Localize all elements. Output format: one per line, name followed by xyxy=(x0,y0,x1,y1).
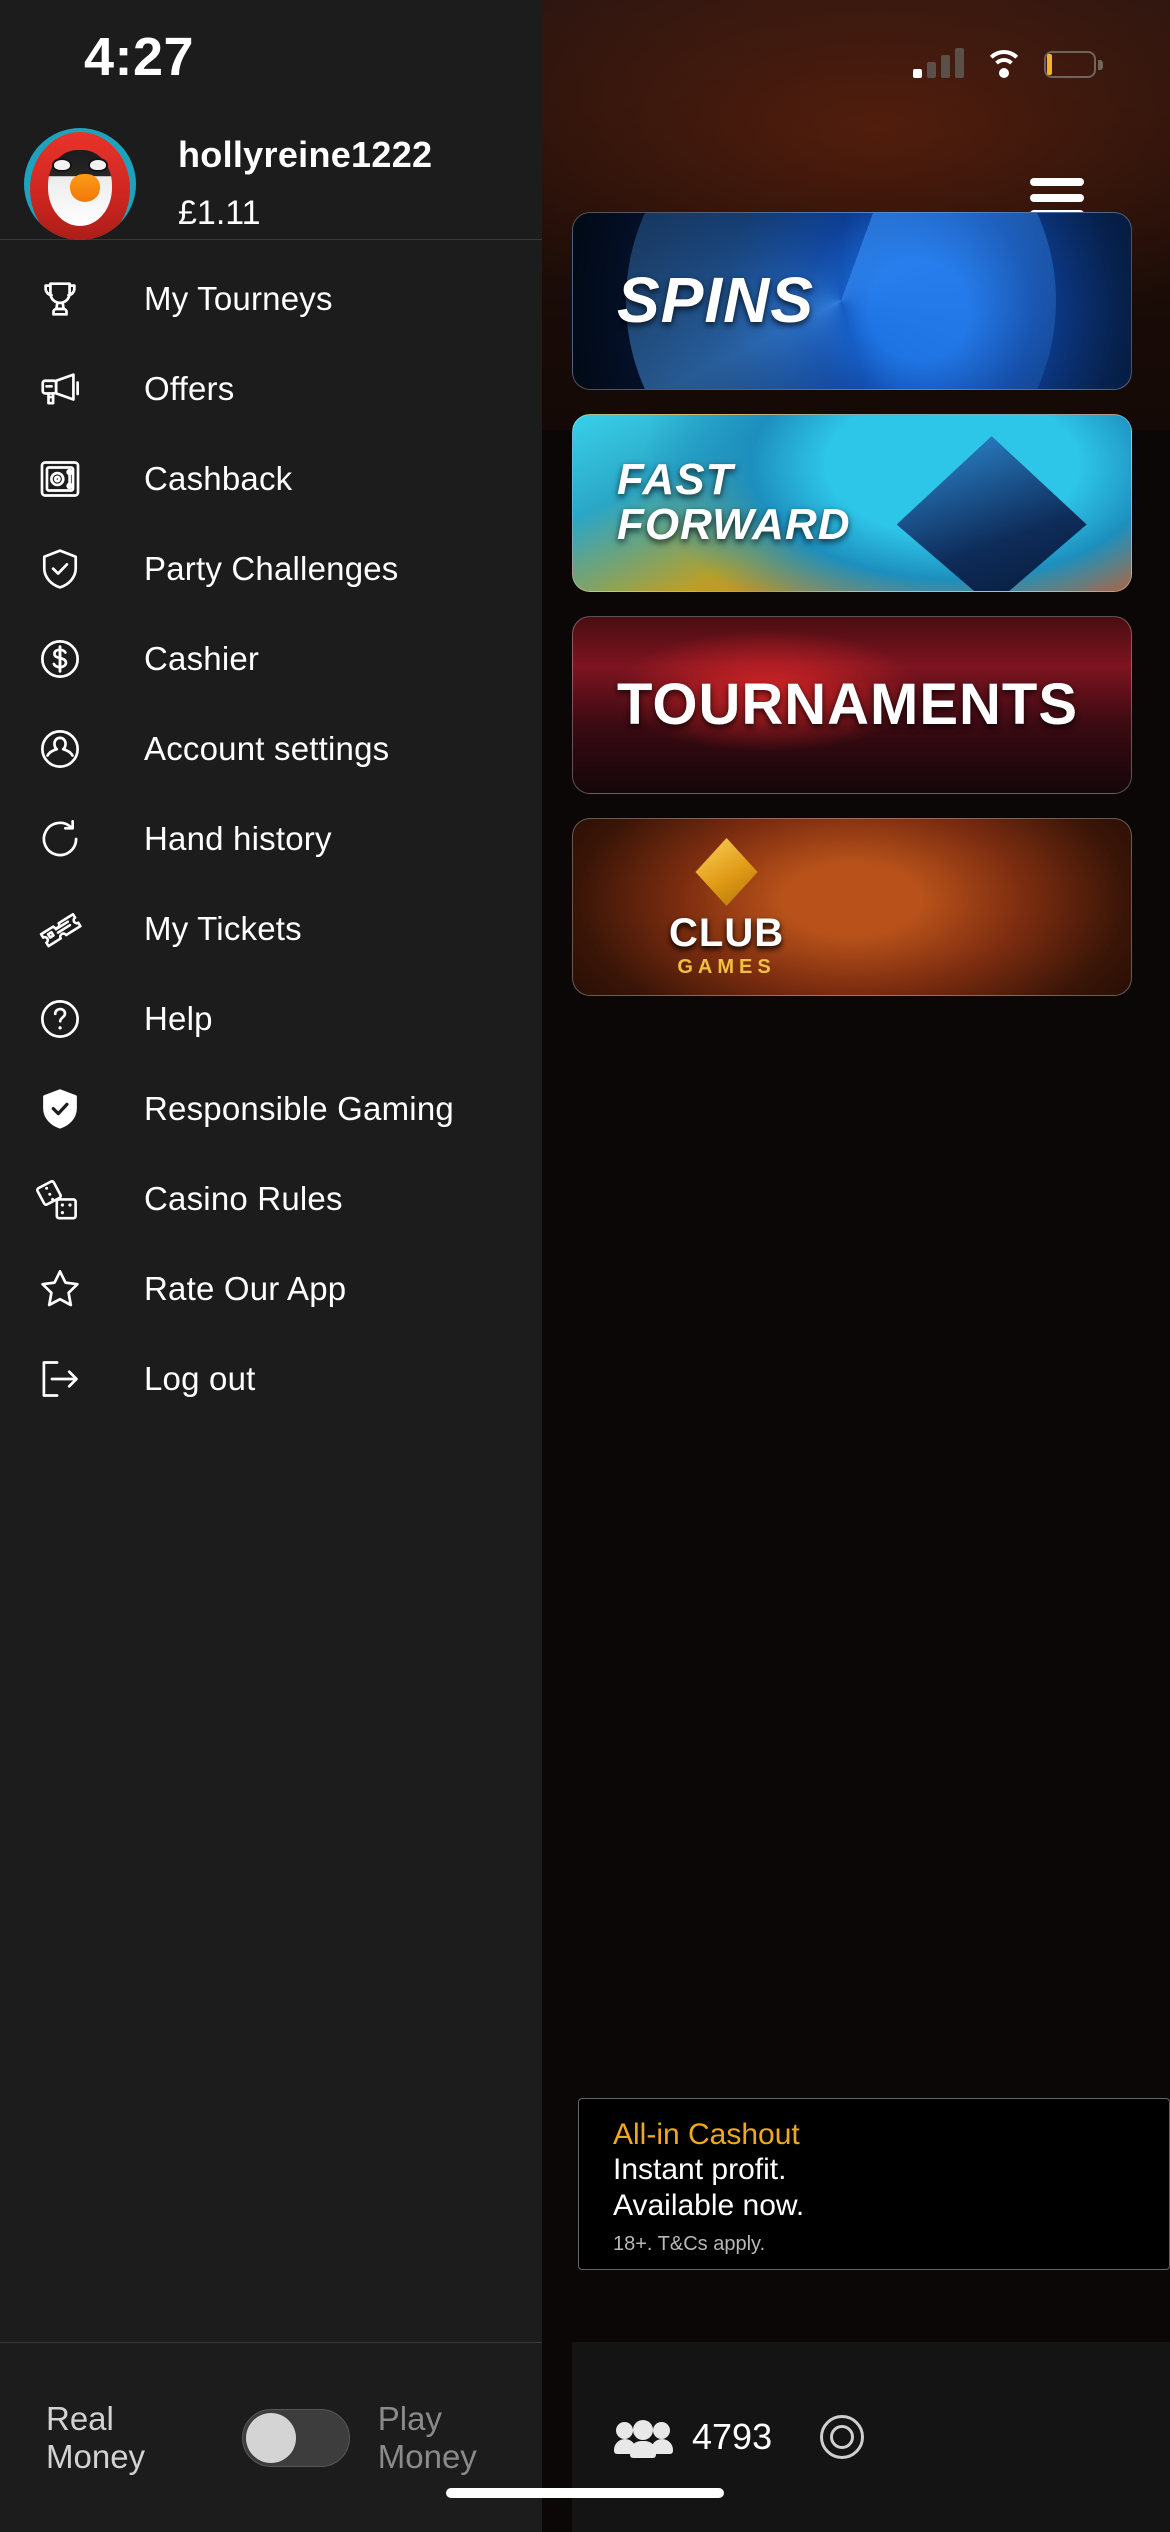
diamond-icon xyxy=(695,837,758,907)
star-outline-icon xyxy=(24,1265,96,1313)
menu-item-label: Cashback xyxy=(144,460,293,497)
head xyxy=(653,2422,670,2439)
menu-item-label: Hand history xyxy=(144,820,332,857)
account-header[interactable]: hollyreine1222 £1.11 xyxy=(0,0,542,240)
trophy-icon xyxy=(24,276,96,322)
lobby-bottom-bar: 4793 xyxy=(572,2342,1170,2532)
megaphone-icon xyxy=(24,366,96,412)
play-money-label[interactable]: Play Money xyxy=(378,2400,542,2476)
menu-item-my-tourneys[interactable]: My Tourneys xyxy=(0,254,542,344)
fast-forward-card-title: FAST FORWARD xyxy=(573,455,851,549)
coin-icon xyxy=(820,2415,865,2459)
hamburger-bar xyxy=(1030,178,1084,186)
promo-line-2: Available now. xyxy=(613,2188,805,2222)
menu-item-label: Help xyxy=(144,1000,213,1037)
navigation-drawer: hollyreine1222 £1.11 My Tourneys Offers … xyxy=(0,0,542,2532)
menu-item-my-tickets[interactable]: My Tickets xyxy=(0,884,542,974)
dice-icon xyxy=(24,1175,96,1223)
menu-item-rate-our-app[interactable]: Rate Our App xyxy=(0,1244,542,1334)
phone-screen: SPINS FAST FORWARD TOURNAMENTS CLUB GAME… xyxy=(0,0,1170,2532)
dollar-circle-icon xyxy=(24,636,96,682)
account-balance: £1.11 xyxy=(178,194,261,232)
players-group-icon xyxy=(614,2420,673,2458)
menu-item-party-challenges[interactable]: Party Challenges xyxy=(0,524,542,614)
username: hollyreine1222 xyxy=(178,134,433,175)
tournaments-card-title: TOURNAMENTS xyxy=(617,672,1079,738)
drawer-menu-list[interactable]: My Tourneys Offers Cashback Party Challe… xyxy=(0,240,542,2342)
shield-check-filled-icon xyxy=(24,1086,96,1132)
body xyxy=(651,2439,673,2454)
home-indicator[interactable] xyxy=(446,2488,724,2498)
menu-item-offers[interactable]: Offers xyxy=(0,344,542,434)
spins-card[interactable]: SPINS xyxy=(572,212,1132,390)
menu-item-label: Offers xyxy=(144,370,235,407)
menu-item-account-settings[interactable]: Account settings xyxy=(0,704,542,794)
shard-graphic xyxy=(896,436,1087,591)
promo-terms: 18+. T&Cs apply. xyxy=(613,2233,766,2256)
head xyxy=(616,2422,633,2439)
menu-item-label: Casino Rules xyxy=(144,1180,343,1217)
fast-forward-line2: FORWARD xyxy=(617,500,851,549)
penguin-avatar[interactable] xyxy=(24,127,136,240)
promo-line-1: Instant profit. xyxy=(613,2153,787,2187)
menu-item-label: Log out xyxy=(144,1360,256,1397)
menu-item-responsible-gaming[interactable]: Responsible Gaming xyxy=(0,1064,542,1154)
menu-item-help[interactable]: Help xyxy=(0,974,542,1064)
club-logo: CLUB GAMES xyxy=(669,835,784,979)
money-mode-toggle[interactable] xyxy=(241,2408,350,2467)
spins-card-title: SPINS xyxy=(617,264,815,337)
menu-item-cashback[interactable]: Cashback xyxy=(0,434,542,524)
club-games-title: CLUB xyxy=(669,911,785,955)
avatar-eye-right xyxy=(88,157,108,172)
promo-title: All-in Cashout xyxy=(613,2118,800,2151)
menu-item-label: My Tickets xyxy=(144,910,302,947)
shield-check-outline-icon xyxy=(24,546,96,592)
club-games-subtitle: GAMES xyxy=(677,956,776,978)
promo-banner[interactable]: All-in Cashout Instant profit. Available… xyxy=(578,2098,1170,2270)
menu-item-label: My Tourneys xyxy=(144,280,333,317)
menu-item-label: Rate Our App xyxy=(144,1270,347,1307)
menu-item-casino-rules[interactable]: Casino Rules xyxy=(0,1154,542,1244)
menu-item-cashier[interactable]: Cashier xyxy=(0,614,542,704)
logout-arrow-icon xyxy=(24,1356,96,1402)
menu-item-hand-history[interactable]: Hand history xyxy=(0,794,542,884)
hamburger-bar xyxy=(1030,194,1084,202)
question-circle-icon xyxy=(24,996,96,1042)
club-games-card[interactable]: CLUB GAMES xyxy=(572,818,1132,996)
head xyxy=(633,2420,653,2440)
avatar-beak xyxy=(70,173,100,202)
menu-item-label: Cashier xyxy=(144,640,260,677)
toggle-knob[interactable] xyxy=(245,2412,296,2463)
tournaments-card[interactable]: TOURNAMENTS xyxy=(572,616,1132,794)
real-money-label[interactable]: Real Money xyxy=(46,2400,214,2476)
game-cards-column: SPINS FAST FORWARD TOURNAMENTS CLUB GAME… xyxy=(572,212,1170,1020)
ticket-icon xyxy=(24,905,96,953)
safe-vault-icon xyxy=(24,456,96,502)
menu-item-label: Responsible Gaming xyxy=(144,1090,454,1127)
menu-item-label: Account settings xyxy=(144,730,390,767)
menu-item-label: Party Challenges xyxy=(144,550,399,587)
refresh-circle-icon xyxy=(24,816,96,862)
money-mode-toggle-row[interactable]: Real Money Play Money xyxy=(0,2342,542,2532)
person-circle-icon xyxy=(24,726,96,772)
account-text: hollyreine1222 £1.11 xyxy=(178,134,432,233)
fast-forward-card[interactable]: FAST FORWARD xyxy=(572,414,1132,592)
players-count: 4793 xyxy=(692,2416,773,2457)
menu-item-log-out[interactable]: Log out xyxy=(0,1334,542,1424)
avatar-eye-left xyxy=(52,157,72,172)
fast-forward-line1: FAST xyxy=(617,455,734,505)
